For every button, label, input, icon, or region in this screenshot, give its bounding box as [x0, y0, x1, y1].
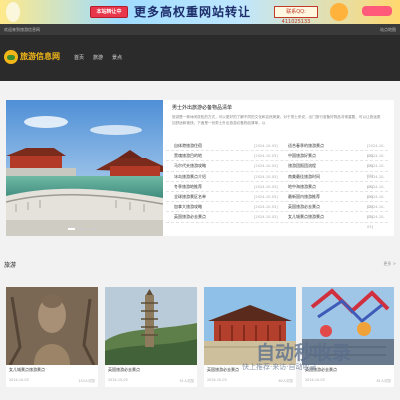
banner-decoration: [330, 3, 348, 21]
banner-decoration: [6, 2, 20, 22]
card-caption[interactable]: 英国旅游必去景点: [207, 367, 239, 373]
carousel-dot[interactable]: [90, 228, 97, 230]
article-link[interactable]: 英国旅游必去景点: [174, 212, 254, 222]
banner-badge: 本站转让中: [90, 6, 128, 18]
ad-banner[interactable]: 本站转让中 更多高权重网站转让 联系QQ: 411025133: [0, 0, 400, 24]
article-link[interactable]: 冬季旅游地推荐: [174, 182, 254, 192]
banner-slogan: 更多高权重网站转让: [134, 5, 252, 19]
featured-title[interactable]: 男士外出旅游必备物品清单: [172, 104, 232, 111]
article-link[interactable]: 旅游团报团流程: [288, 161, 348, 171]
article-date: [2024-10-03]: [254, 154, 278, 159]
card-date: 2024-10-03: [207, 378, 227, 382]
list-item: 自体港旅游住宿 [2024-10-03] 适合春季的旅游景点 [2024-10-…: [166, 141, 388, 158]
card-date: 2024-10-03: [9, 378, 29, 382]
list-item: 全球旅游景区名单 [2024-10-03] 最新国内旅游推荐 [2024-10-…: [166, 192, 388, 209]
article-card[interactable]: 女儿城景点旅游景点 2024-10-03 153人浏览: [6, 287, 98, 387]
main-nav: 旅游信息网 首页 旅游 景点: [0, 35, 400, 81]
article-date: [2024-10-03]: [367, 215, 385, 230]
pagoda-image: [105, 287, 197, 365]
section-header: 旅游 更多 >: [0, 258, 400, 272]
banner-contact[interactable]: 联系QQ: 411025133: [274, 6, 318, 24]
card-caption[interactable]: 女儿城景点旅游景点: [9, 367, 45, 373]
article-link[interactable]: 冰岛旅游景点介绍: [174, 172, 254, 182]
list-item: 冰岛旅游景点介绍 [2024-10-03] 南美最佳旅游时间 [2024-10-…: [166, 172, 388, 189]
card-views: 153人浏览: [78, 379, 95, 383]
more-link[interactable]: 更多 >: [383, 261, 396, 267]
article-link[interactable]: 南美最佳旅游时间: [288, 172, 348, 182]
card-date: 2024-10-03: [108, 378, 128, 382]
article-date: [2024-10-03]: [254, 205, 278, 210]
article-link[interactable]: 地中海旅游景点: [288, 182, 348, 192]
card-views: 91人浏览: [179, 379, 195, 383]
sitemap-link[interactable]: 站点地图: [380, 24, 396, 35]
section-title: 旅游: [4, 262, 17, 269]
card-date: 2024-10-03: [305, 378, 325, 382]
welcome-text: 欢迎来到旅游信息网: [4, 27, 40, 32]
nav-item-travel[interactable]: 旅游: [93, 54, 103, 61]
article-card[interactable]: 英国旅游必去景点 2024-10-03 91人浏览: [105, 287, 197, 387]
watermark-sub: 快上推荐·来访·自动收录: [242, 363, 317, 371]
featured-description: 旅游是一种休闲放松的方式，可以更好的了解不同的文化和自然美景。对于男士来说，出门…: [172, 115, 381, 125]
nav-item-home[interactable]: 首页: [74, 54, 84, 61]
article-link[interactable]: 全球旅游景区名单: [174, 192, 254, 202]
article-date: [2024-10-03]: [254, 174, 278, 179]
buddha-carving-image: [6, 287, 98, 365]
article-link[interactable]: 中国旅游好景点: [288, 151, 348, 161]
site-logo[interactable]: 旅游信息网: [4, 49, 60, 65]
article-date: [2024-10-03]: [254, 215, 278, 220]
watermark-main: 自动秒收录: [256, 342, 352, 364]
article-link[interactable]: 适合春季的旅游景点: [288, 141, 348, 151]
article-date: [2024-10-03]: [254, 144, 278, 148]
palace-illustration: [6, 100, 163, 236]
article-date: [2024-10-03]: [254, 184, 278, 189]
list-item: 马尔代夫旅游攻略 [2024-10-03] 旅游团报团流程 [2024-10-0…: [166, 161, 388, 178]
article-link[interactable]: 马尔代夫旅游攻略: [174, 161, 254, 171]
nav-menu: 首页 旅游 景点: [74, 54, 122, 61]
featured-photo[interactable]: [6, 100, 163, 236]
banner-decoration: [362, 6, 392, 16]
list-item: 加拿大旅游攻略 [2024-10-03] 英国旅游必去景点 [2024-10-0…: [166, 202, 388, 219]
carousel-dots: [68, 228, 97, 230]
article-link[interactable]: 自体港旅游住宿: [174, 141, 254, 151]
carousel-dot[interactable]: [68, 228, 75, 230]
article-link[interactable]: 加拿大旅游攻略: [174, 202, 254, 212]
article-link[interactable]: 黑魂旅游目的地: [174, 151, 254, 161]
list-item: 黑魂旅游目的地 [2024-10-03] 中国旅游好景点 [2024-10-03…: [166, 151, 388, 168]
card-views: 61人浏览: [376, 379, 392, 383]
article-link[interactable]: 英国旅游必去景点: [288, 202, 348, 212]
card-views: 60人浏览: [278, 379, 294, 383]
nav-item-attractions[interactable]: 景点: [112, 54, 122, 61]
logo-icon: [4, 50, 18, 64]
card-caption[interactable]: 英国旅游必去景点: [108, 367, 140, 373]
article-link[interactable]: 最新国内旅游推荐: [288, 192, 348, 202]
article-list: 自体港旅游住宿 [2024-10-03] 适合春季的旅游景点 [2024-10-…: [166, 141, 388, 229]
watermark: 自动秒收录 快上推荐·来访·自动收录: [242, 338, 400, 378]
logo-text: 旅游信息网: [20, 52, 60, 61]
article-date: [2024-10-03]: [254, 194, 278, 199]
top-bar: 欢迎来到旅游信息网 站点地图: [0, 24, 400, 35]
carousel-dot[interactable]: [79, 228, 86, 230]
list-item: 英国旅游必去景点 [2024-10-03] 女儿城景点旅游景点 [2024-10…: [166, 212, 388, 229]
article-link[interactable]: 女儿城景点旅游景点: [288, 212, 348, 222]
article-date: [2024-10-03]: [254, 164, 278, 169]
list-item: 冬季旅游地推荐 [2024-10-03] 地中海旅游景点 [2024-10-03…: [166, 182, 388, 199]
